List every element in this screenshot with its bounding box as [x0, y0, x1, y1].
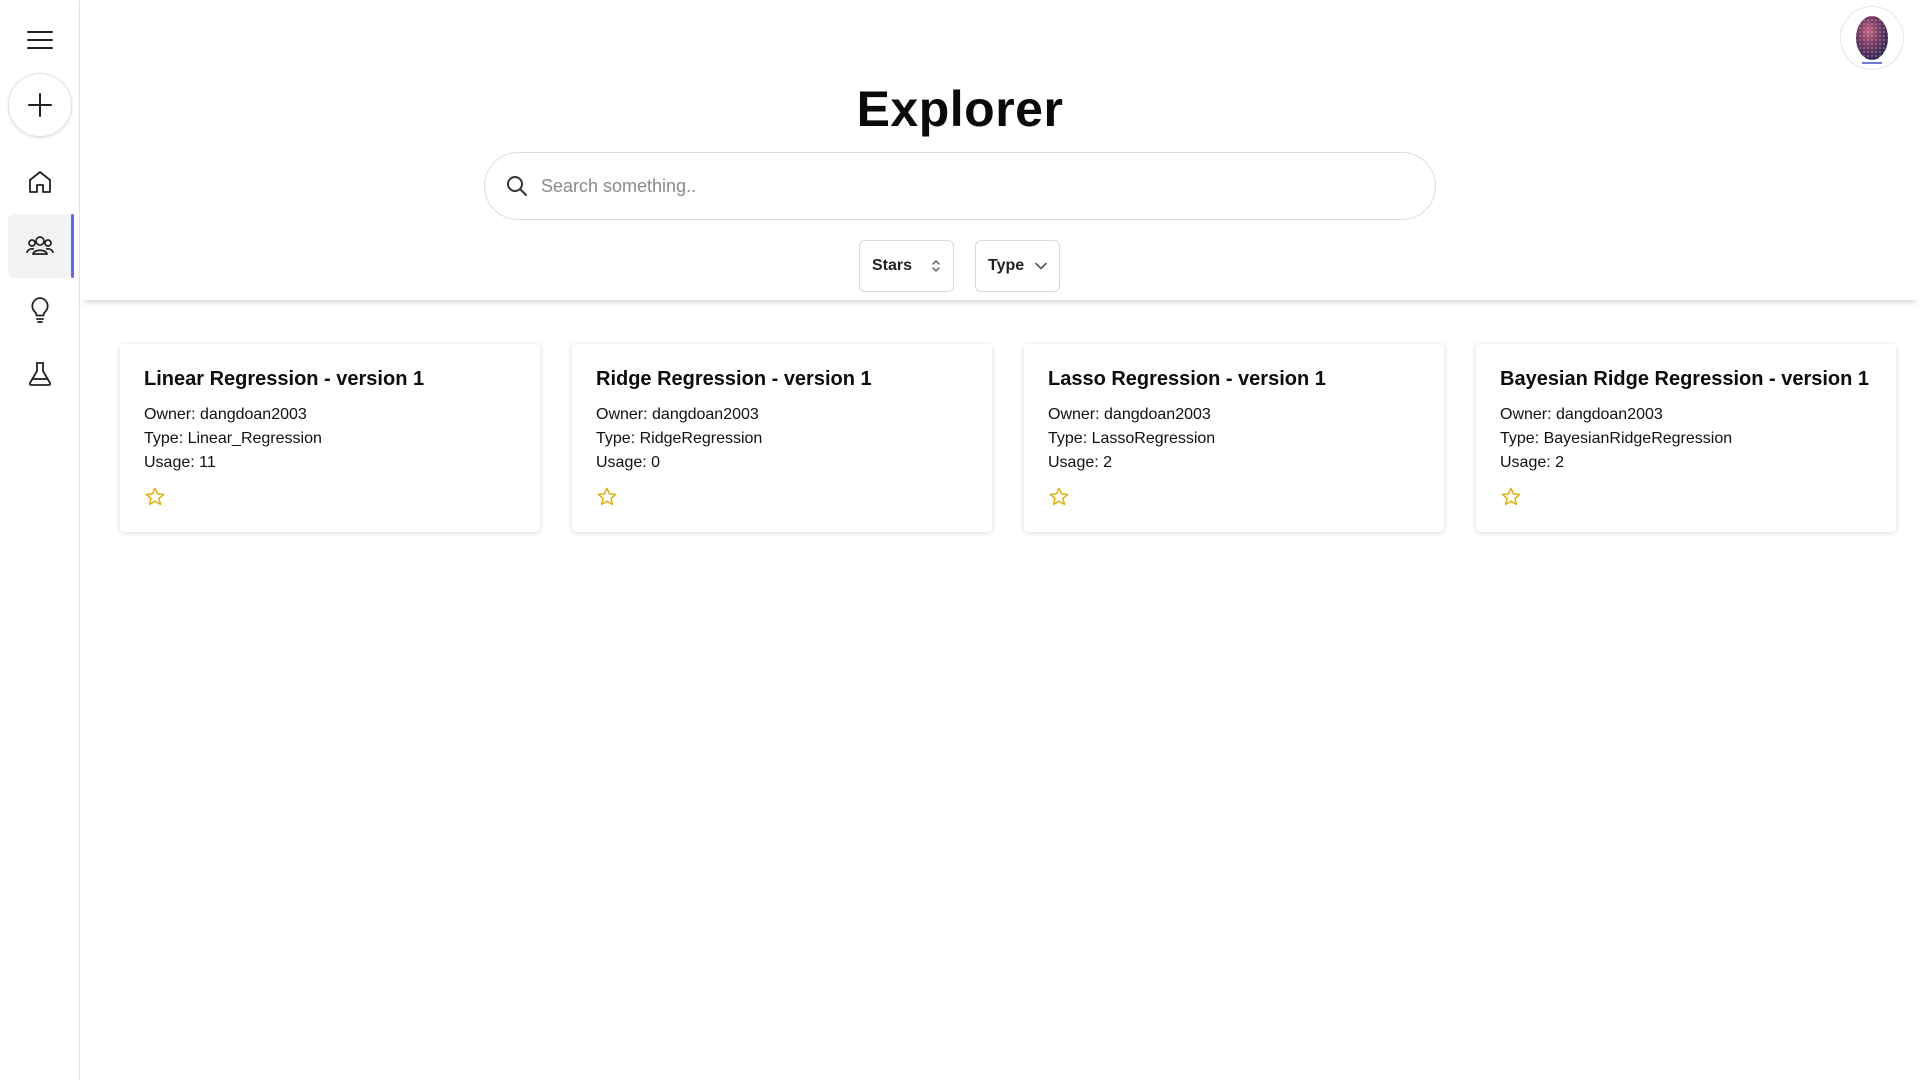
search-bar[interactable] [484, 152, 1436, 220]
card-type: Type: LassoRegression [1048, 430, 1216, 447]
user-avatar[interactable] [1840, 6, 1904, 70]
menu-button[interactable] [20, 24, 60, 56]
sort-updown-icon [932, 260, 940, 272]
sidebar-item-home[interactable] [8, 150, 72, 214]
users-icon [26, 236, 54, 255]
card-type: Type: Linear_Regression [144, 430, 322, 447]
card-type: Type: BayesianRidgeRegression [1500, 430, 1733, 447]
sidebar-item-lab[interactable] [8, 342, 72, 406]
model-card-list: Linear Regression - version 1 Owner: dan… [120, 344, 1896, 534]
model-card[interactable]: Linear Regression - version 1 Owner: dan… [120, 344, 540, 532]
type-filter-select[interactable]: Type [975, 240, 1060, 292]
type-filter-label: Type [988, 257, 1025, 274]
star-icon[interactable] [1048, 486, 1070, 508]
card-usage: Usage: 0 [596, 454, 661, 471]
star-icon[interactable] [144, 486, 166, 508]
card-usage: Usage: 2 [1048, 454, 1113, 471]
add-button[interactable] [8, 73, 72, 137]
lightbulb-icon [31, 297, 49, 323]
model-card[interactable]: Lasso Regression - version 1 Owner: dang… [1024, 344, 1444, 532]
model-card[interactable]: Bayesian Ridge Regression - version 1 Ow… [1476, 344, 1896, 532]
plus-icon [28, 93, 52, 117]
chevron-down-icon [1035, 262, 1047, 270]
stars-sort-label: Stars [872, 257, 913, 274]
app-root: Explorer Stars Type [0, 0, 1920, 1080]
search-icon [507, 176, 527, 196]
card-owner: Owner: dangdoan2003 [1500, 406, 1663, 423]
card-title: Lasso Regression - version 1 [1048, 368, 1326, 390]
sidebar-item-ideas[interactable] [8, 278, 72, 342]
card-owner: Owner: dangdoan2003 [1048, 406, 1211, 423]
star-icon[interactable] [596, 486, 618, 508]
card-type: Type: RidgeRegression [596, 430, 763, 447]
hamburger-menu-icon [27, 31, 53, 49]
card-owner: Owner: dangdoan2003 [596, 406, 759, 423]
home-icon [29, 171, 51, 193]
sidebar-item-community[interactable] [8, 214, 74, 278]
sidebar [0, 0, 80, 1080]
stars-sort-select[interactable]: Stars [859, 240, 954, 292]
star-icon[interactable] [1500, 486, 1522, 508]
card-owner: Owner: dangdoan2003 [144, 406, 307, 423]
card-title: Linear Regression - version 1 [144, 368, 425, 390]
explorer-header: Explorer Stars Type [80, 0, 1920, 300]
card-usage: Usage: 2 [1500, 454, 1565, 471]
model-card[interactable]: Ridge Regression - version 1 Owner: dang… [572, 344, 992, 532]
card-usage: Usage: 11 [144, 454, 216, 471]
flask-icon [28, 362, 52, 386]
search-input[interactable] [541, 175, 1401, 197]
page-title: Explorer [856, 81, 1064, 137]
avatar-image [1856, 16, 1888, 64]
card-title: Ridge Regression - version 1 [596, 368, 872, 390]
card-title: Bayesian Ridge Regression - version 1 [1500, 368, 1870, 390]
